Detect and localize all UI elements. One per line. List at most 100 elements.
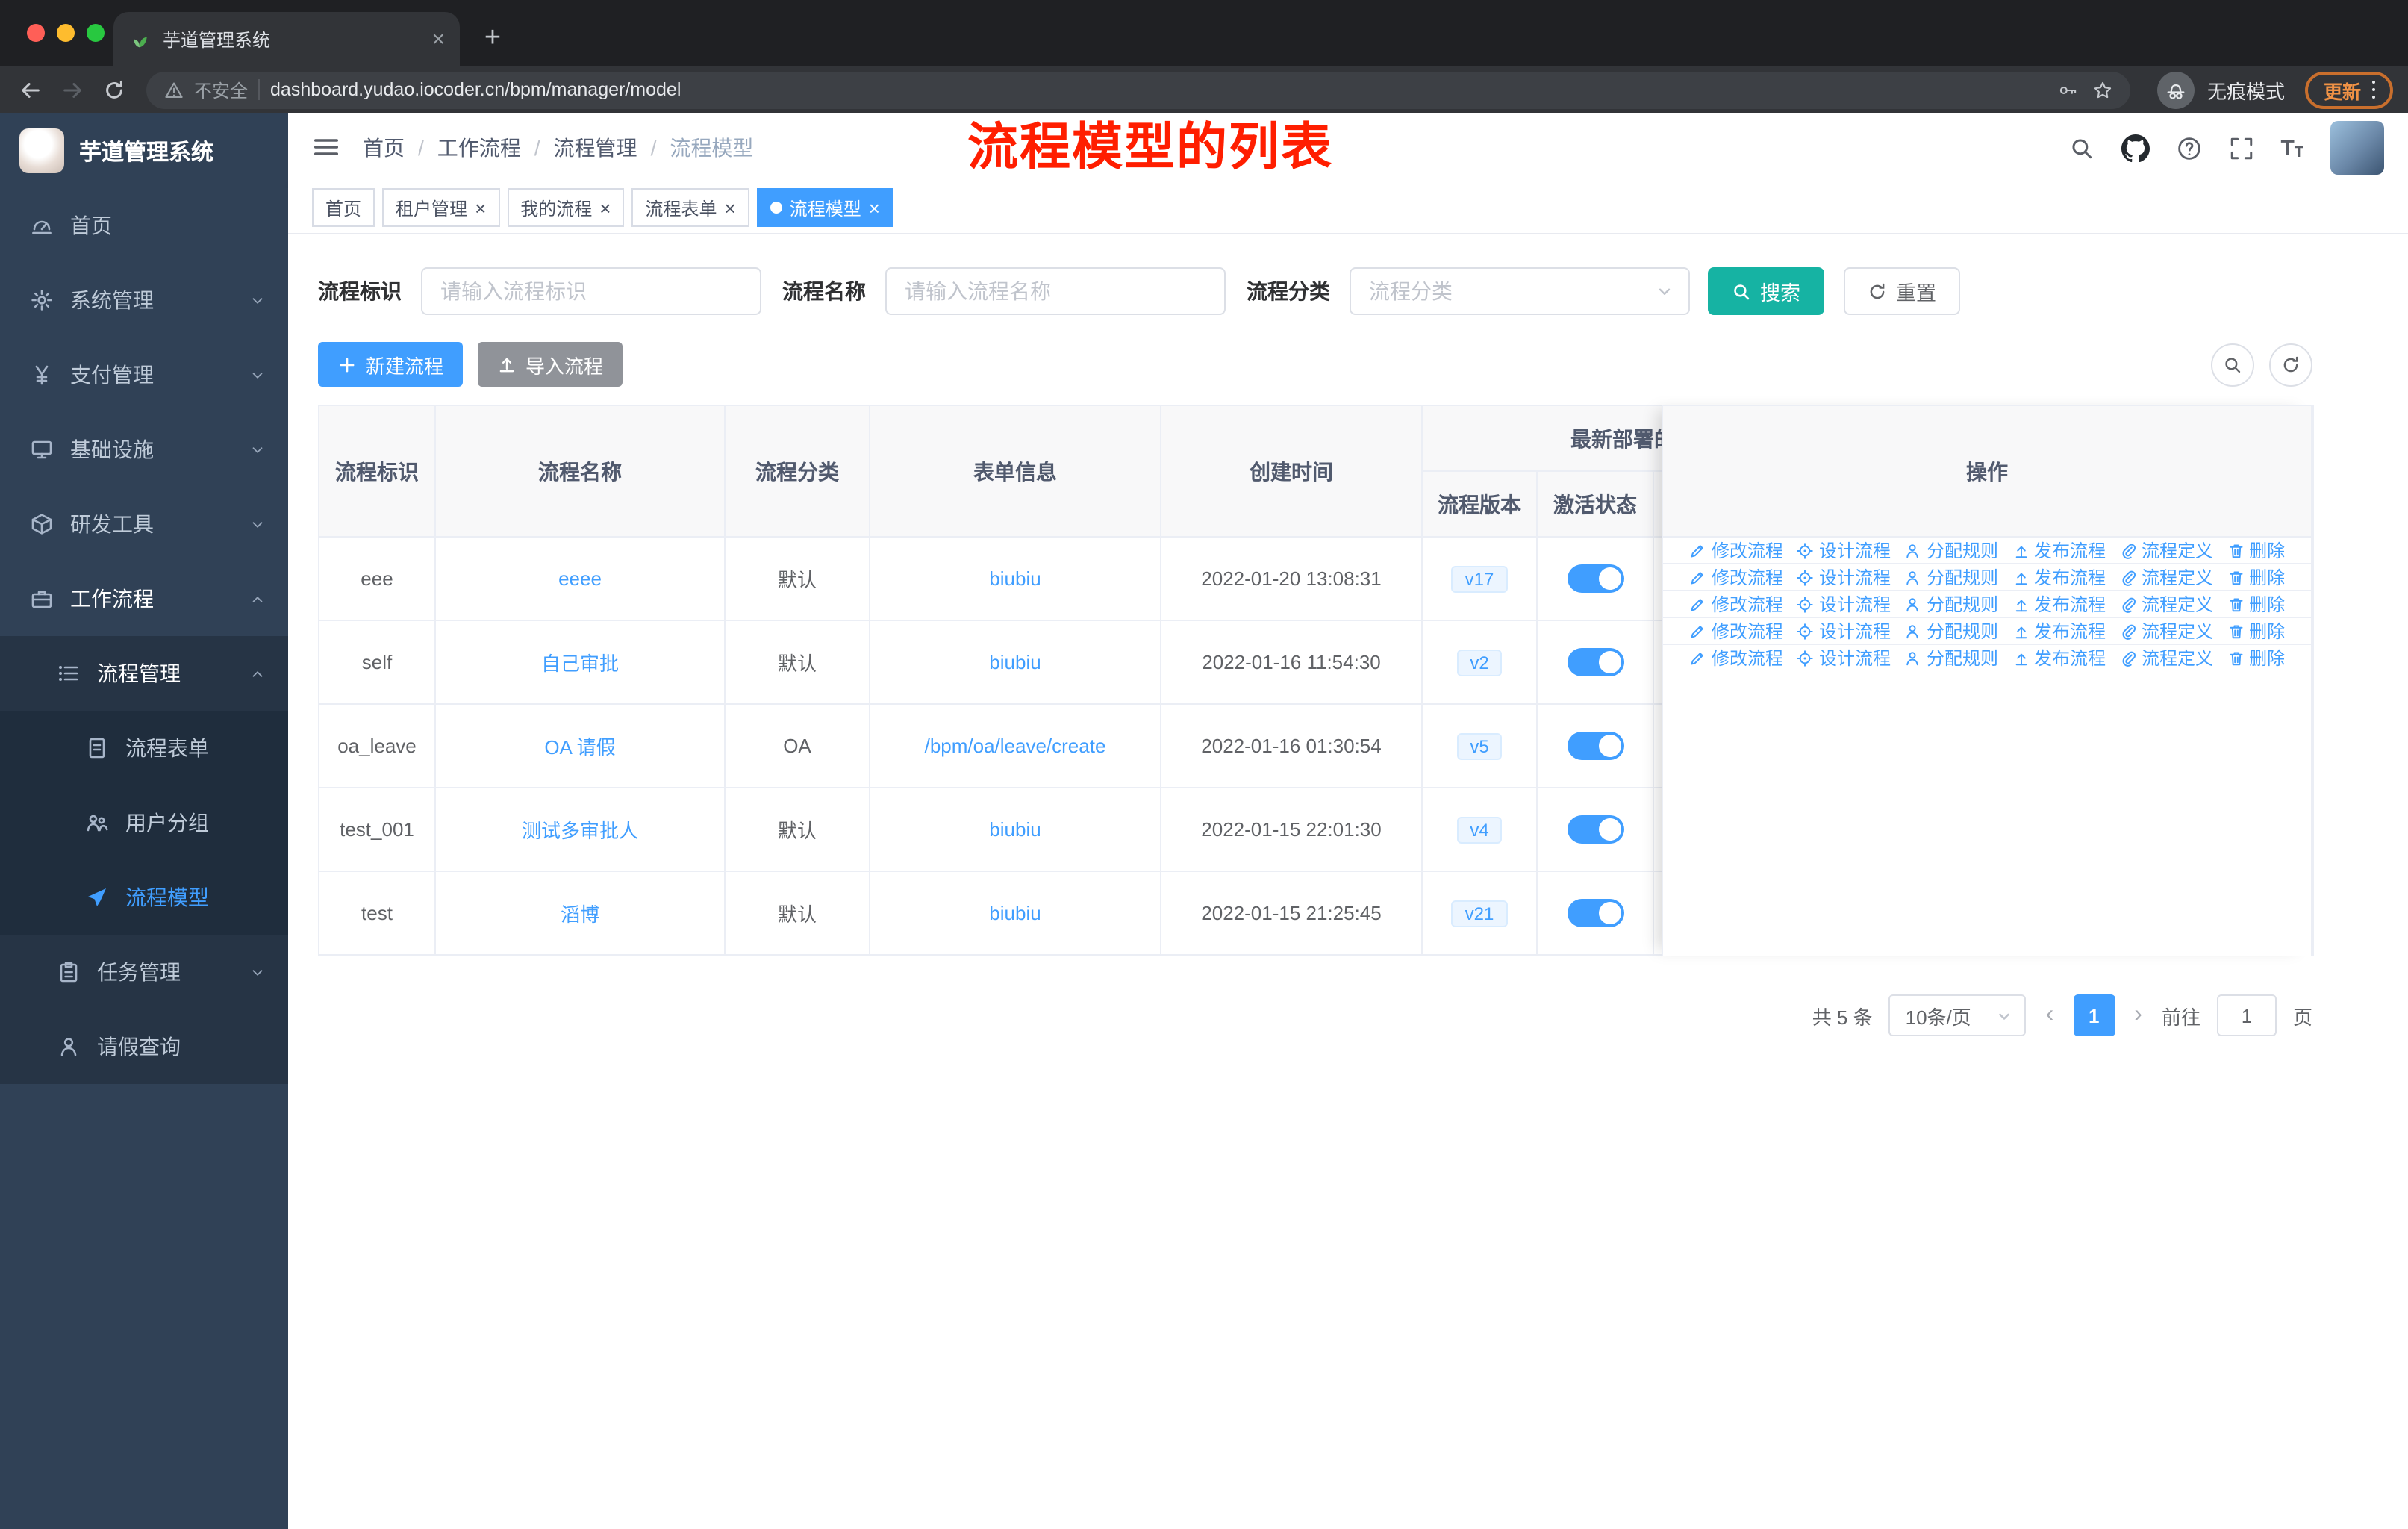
publish-process-link[interactable]: 发布流程	[2012, 618, 2106, 644]
sidebar-item-system[interactable]: 系统管理	[0, 263, 288, 337]
active-toggle[interactable]	[1567, 815, 1623, 844]
url-bar[interactable]: 不安全 dashboard.yudao.iocoder.cn/bpm/manag…	[146, 71, 2131, 108]
process-name-link[interactable]: 测试多审批人	[522, 820, 638, 842]
sidebar-item-dev-tools[interactable]: 研发工具	[0, 487, 288, 561]
tag-process-model[interactable]: 流程模型 ×	[756, 188, 893, 227]
tag-home[interactable]: 首页	[312, 188, 375, 227]
process-name-link[interactable]: eeee	[558, 567, 602, 590]
design-process-link[interactable]: 设计流程	[1797, 618, 1891, 644]
sidebar-item-leave-query[interactable]: 请假查询	[0, 1009, 288, 1084]
process-definition-link[interactable]: 流程定义	[2119, 538, 2213, 563]
publish-process-link[interactable]: 发布流程	[2012, 591, 2106, 617]
goto-page-input[interactable]	[2216, 994, 2277, 1036]
breadcrumb-item[interactable]: 首页	[363, 133, 405, 163]
sidebar-item-task-management[interactable]: 任务管理	[0, 935, 288, 1009]
process-definition-link[interactable]: 流程定义	[2119, 618, 2213, 644]
tag-process-form[interactable]: 流程表单 ×	[631, 188, 749, 227]
process-name-input[interactable]	[885, 267, 1226, 315]
form-info-link[interactable]: biubiu	[989, 818, 1041, 841]
sidebar-item-infrastructure[interactable]: 基础设施	[0, 412, 288, 487]
assign-rules-link[interactable]: 分配规则	[1904, 564, 1998, 590]
edit-process-link[interactable]: 修改流程	[1689, 618, 1783, 644]
search-button[interactable]: 搜索	[1708, 267, 1824, 315]
close-icon[interactable]: ×	[725, 198, 736, 217]
sidebar-item-process-model[interactable]: 流程模型	[0, 860, 288, 935]
help-icon[interactable]	[2176, 135, 2201, 161]
process-definition-link[interactable]: 流程定义	[2119, 564, 2213, 590]
active-toggle[interactable]	[1567, 564, 1623, 593]
publish-process-link[interactable]: 发布流程	[2012, 645, 2106, 670]
process-name-link[interactable]: OA 请假	[544, 736, 615, 759]
tag-tenant[interactable]: 租户管理 ×	[382, 188, 500, 227]
key-icon[interactable]	[2059, 80, 2079, 99]
tag-my-process[interactable]: 我的流程 ×	[507, 188, 625, 227]
form-info-link[interactable]: biubiu	[989, 902, 1041, 924]
sidebar-item-workflow[interactable]: 工作流程	[0, 561, 288, 636]
breadcrumb-item[interactable]: 工作流程	[437, 133, 521, 163]
app-logo[interactable]: 芋道管理系统	[0, 113, 288, 188]
publish-process-link[interactable]: 发布流程	[2012, 564, 2106, 590]
sidebar-item-process-form[interactable]: 流程表单	[0, 711, 288, 785]
create-process-button[interactable]: 新建流程	[318, 342, 464, 387]
github-icon[interactable]	[2121, 134, 2150, 162]
assign-rules-link[interactable]: 分配规则	[1904, 538, 1998, 563]
process-name-link[interactable]: 滔博	[561, 903, 599, 926]
browser-tab[interactable]: 芋道管理系统 ×	[113, 12, 460, 66]
close-icon[interactable]: ×	[475, 198, 486, 217]
collapse-sidebar-icon[interactable]	[312, 133, 342, 163]
edit-process-link[interactable]: 修改流程	[1689, 591, 1783, 617]
delete-process-link[interactable]: 删除	[2227, 618, 2285, 644]
refresh-table-button[interactable]	[2269, 343, 2312, 386]
reset-button[interactable]: 重置	[1844, 267, 1960, 315]
design-process-link[interactable]: 设计流程	[1797, 591, 1891, 617]
delete-process-link[interactable]: 删除	[2227, 564, 2285, 590]
bookmark-star-icon[interactable]	[2094, 80, 2113, 99]
sidebar-item-home[interactable]: 首页	[0, 188, 288, 263]
process-definition-link[interactable]: 流程定义	[2119, 645, 2213, 670]
close-icon[interactable]: ×	[599, 198, 611, 217]
close-icon[interactable]: ×	[869, 198, 880, 217]
design-process-link[interactable]: 设计流程	[1797, 564, 1891, 590]
incognito-badge[interactable]: 无痕模式	[2157, 71, 2285, 108]
tab-close-icon[interactable]: ×	[431, 28, 445, 50]
zoom-window-button[interactable]	[87, 24, 105, 42]
page-size-select[interactable]: 10条/页	[1888, 994, 2027, 1036]
forward-button[interactable]	[57, 75, 87, 105]
delete-process-link[interactable]: 删除	[2227, 591, 2285, 617]
form-info-link[interactable]: /bpm/oa/leave/create	[925, 735, 1106, 757]
form-info-link[interactable]: biubiu	[989, 567, 1041, 590]
new-tab-button[interactable]: +	[472, 18, 514, 60]
edit-process-link[interactable]: 修改流程	[1689, 538, 1783, 563]
category-select[interactable]: 流程分类	[1350, 267, 1690, 315]
assign-rules-link[interactable]: 分配规则	[1904, 618, 1998, 644]
search-icon[interactable]	[2068, 135, 2094, 161]
active-toggle[interactable]	[1567, 732, 1623, 760]
process-definition-link[interactable]: 流程定义	[2119, 591, 2213, 617]
fullscreen-icon[interactable]	[2228, 135, 2253, 161]
back-button[interactable]	[15, 75, 45, 105]
active-toggle[interactable]	[1567, 899, 1623, 927]
font-size-icon[interactable]: TT	[2280, 135, 2303, 161]
assign-rules-link[interactable]: 分配规则	[1904, 645, 1998, 670]
delete-process-link[interactable]: 删除	[2227, 538, 2285, 563]
delete-process-link[interactable]: 删除	[2227, 645, 2285, 670]
publish-process-link[interactable]: 发布流程	[2012, 538, 2106, 563]
close-window-button[interactable]	[27, 24, 45, 42]
user-avatar[interactable]	[2330, 121, 2384, 175]
breadcrumb-item[interactable]: 流程管理	[554, 133, 637, 163]
edit-process-link[interactable]: 修改流程	[1689, 645, 1783, 670]
form-info-link[interactable]: biubiu	[989, 651, 1041, 673]
toggle-search-button[interactable]	[2211, 343, 2254, 386]
edit-process-link[interactable]: 修改流程	[1689, 564, 1783, 590]
sidebar-item-process-management[interactable]: 流程管理	[0, 636, 288, 711]
design-process-link[interactable]: 设计流程	[1797, 538, 1891, 563]
import-process-button[interactable]: 导入流程	[478, 342, 623, 387]
update-menu-button[interactable]: 更新	[2305, 71, 2393, 108]
prev-page-button[interactable]: ‹	[2043, 1002, 2057, 1029]
minimize-window-button[interactable]	[57, 24, 75, 42]
reload-button[interactable]	[99, 75, 128, 105]
next-page-button[interactable]: ›	[2131, 1002, 2145, 1029]
process-key-input[interactable]	[421, 267, 761, 315]
sidebar-item-payment[interactable]: 支付管理	[0, 337, 288, 412]
process-name-link[interactable]: 自己审批	[541, 653, 619, 675]
